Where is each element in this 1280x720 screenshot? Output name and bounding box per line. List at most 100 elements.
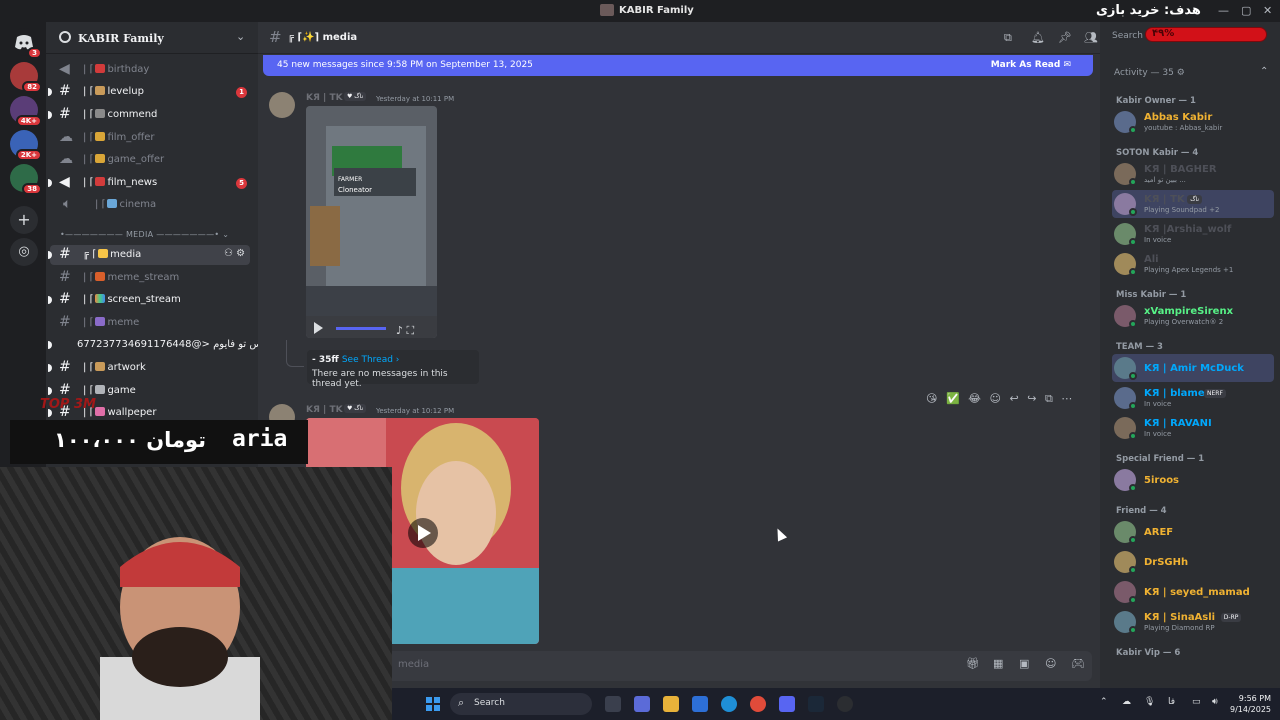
channel-label: artwork — [107, 362, 146, 373]
steam-icon[interactable] — [808, 696, 824, 712]
store-icon[interactable] — [692, 696, 708, 712]
more-icon[interactable]: ⋯ — [1061, 392, 1072, 405]
emoji-icon[interactable]: ☺ — [1045, 657, 1056, 670]
video-attachment[interactable]: FARMER Cloneator ♪ ⛶ — [306, 106, 437, 338]
member-group-header[interactable]: Special Friend — 1 — [1116, 454, 1204, 464]
member-group-header[interactable]: Friend — 4 — [1116, 506, 1167, 516]
reply-icon[interactable]: ↩ — [1010, 392, 1019, 405]
category-media[interactable]: •——————— MEDIA ———————• ⌄ — [60, 230, 229, 239]
windows-start-icon[interactable] — [426, 697, 440, 711]
minimize-icon[interactable]: — — [1218, 4, 1229, 17]
file-explorer-icon[interactable] — [663, 696, 679, 712]
monitor-tray-icon[interactable]: ▭ — [1192, 697, 1201, 707]
new-messages-bar[interactable]: 45 new messages since 9:58 PM on Septemb… — [263, 55, 1093, 76]
channel-item[interactable]: # | ⌈ screen_stream — [48, 290, 250, 310]
member-group-header[interactable]: SOTON Kabir — 4 — [1116, 148, 1198, 158]
channel-item[interactable]: ◀ | ⌈ birthday — [50, 60, 250, 80]
channel-item[interactable]: # | ⌈ meme — [50, 313, 250, 333]
server-icon[interactable]: 82 — [10, 62, 42, 93]
taskbar-search[interactable]: ⌕ Search — [450, 693, 592, 715]
network-tray-icon[interactable]: ☁ — [1122, 697, 1131, 707]
member-group-header[interactable]: Miss Kabir — 1 — [1116, 290, 1186, 300]
bell-icon[interactable]: 🔔︎ — [1031, 31, 1045, 44]
thread-icon[interactable]: ⧉ — [1045, 392, 1053, 406]
add-reaction-icon[interactable]: ☺ — [990, 392, 1001, 405]
member-item[interactable]: Ali Playing Apex Legends +1 — [1112, 250, 1274, 278]
member-item[interactable]: KЯ | Amir McDuck — [1112, 354, 1274, 382]
laugh-emoji-button[interactable]: 😂 — [968, 392, 981, 405]
channel-item[interactable]: ◀ | ⌈ film_news 5 — [48, 173, 250, 193]
task-view-icon[interactable] — [605, 696, 621, 712]
server-badge: 4K+ — [15, 115, 42, 127]
gif-icon[interactable]: ▦ — [993, 657, 1003, 670]
channel-item[interactable]: # | ⌈ artwork — [48, 358, 250, 378]
member-item[interactable]: KЯ | BAGHER ببین تو امید ... — [1112, 160, 1274, 188]
sticker-icon[interactable]: ▣ — [1019, 657, 1029, 670]
thread-preview[interactable]: - 35ff See Thread › There are no message… — [307, 350, 479, 389]
message-composer[interactable]: media 🎁︎ ▦ ▣ ☺ 🎮︎ — [386, 651, 1092, 681]
chrome-icon[interactable] — [750, 696, 766, 712]
guild-header[interactable]: KABIR Family ⌄ — [46, 22, 258, 54]
gear-icon[interactable]: ⚙ — [1177, 68, 1185, 78]
mark-as-read-button[interactable]: Mark As Read — [991, 60, 1061, 70]
volume-tray-icon[interactable]: 🔊︎ — [1212, 697, 1218, 707]
kiss-emoji-button[interactable]: 😘 — [926, 392, 937, 405]
member-item[interactable]: 5iroos — [1112, 466, 1274, 494]
message-author[interactable]: KЯ | TK — [306, 405, 343, 415]
member-item[interactable]: KЯ |Arshia_wolf In voice — [1112, 220, 1274, 248]
message-author[interactable]: KЯ | TK — [306, 93, 343, 103]
channel-item[interactable]: # | ⌈ levelup 1 — [48, 82, 250, 102]
see-thread-link[interactable]: See Thread › — [342, 355, 400, 365]
member-item[interactable]: KЯ | blame NERF In voice — [1112, 384, 1274, 412]
member-item[interactable]: Abbas Kabir youtube : Abbas_kabir — [1112, 108, 1274, 136]
chevron-up-icon[interactable]: ⌃ — [1260, 66, 1268, 77]
member-group-header[interactable]: Kabir Owner — 1 — [1116, 96, 1196, 106]
clock-time: 9:56 PM — [1238, 694, 1272, 703]
app-launcher-icon[interactable]: 🎮︎ — [1071, 657, 1085, 670]
clock[interactable]: 9:56 PM 9/14/2025 — [1230, 693, 1271, 715]
channel-item[interactable]: ☁ | ⌈ game_offer — [50, 150, 250, 170]
pin-icon[interactable]: 📌︎ — [1058, 31, 1072, 44]
channel-item-active[interactable]: # ╔ ⌈ media ⚇ ⚙ — [48, 245, 250, 265]
explore-icon[interactable]: ◎ — [10, 238, 38, 266]
app-icon[interactable] — [837, 696, 853, 712]
add-server-icon[interactable]: + — [10, 206, 38, 234]
forum-icon: ☁ — [59, 129, 73, 145]
member-item[interactable]: xVampireSirenx Playing Overwatch® 2 — [1112, 302, 1274, 330]
member-group-header[interactable]: TEAM — 3 — [1116, 342, 1163, 352]
mic-tray-icon[interactable]: 🎙︎ — [1144, 697, 1155, 707]
gear-icon[interactable]: ⚙ — [236, 248, 245, 259]
tray-chevron-icon[interactable]: ⌃ — [1100, 697, 1108, 707]
check-emoji-button[interactable]: ✅ — [946, 392, 960, 405]
member-item[interactable]: KЯ | seyed_mamad — [1112, 578, 1274, 606]
channel-item[interactable]: # | ⌈ meme_stream — [50, 268, 250, 288]
channel-item[interactable]: ☁ | ⌈ film_offer — [50, 128, 250, 148]
member-item[interactable]: KЯ | TK ناگ Playing Soundpad +2 — [1112, 190, 1274, 218]
server-icon[interactable]: 38 — [10, 164, 42, 195]
copilot-icon[interactable] — [634, 696, 650, 712]
avatar[interactable] — [269, 92, 295, 118]
channel-item[interactable]: 🔈︎ | ⌈ cinema — [50, 195, 250, 215]
server-icon[interactable]: 2K+ — [10, 130, 42, 161]
thread-item[interactable]: 677237734691176448@> عباس تو فایوم — [48, 335, 274, 355]
discord-home-icon[interactable]: 3 — [10, 28, 42, 59]
member-item[interactable]: DrSGHh — [1112, 548, 1274, 576]
language-indicator[interactable]: فا — [1168, 697, 1175, 707]
threads-icon[interactable]: ⧉ — [1004, 31, 1012, 45]
search-input[interactable]: Search — [1112, 31, 1143, 41]
maximize-icon[interactable]: ▢ — [1241, 4, 1251, 17]
gift-icon[interactable]: 🎁︎ — [966, 657, 980, 670]
discord-taskbar-icon[interactable] — [779, 696, 795, 712]
member-item[interactable]: AREF — [1112, 518, 1274, 546]
member-item[interactable]: KЯ | SinaAsli D-RP Playing Diamond RP — [1112, 608, 1274, 636]
edge-icon[interactable] — [721, 696, 737, 712]
members-icon[interactable]: 👥︎ — [1084, 31, 1098, 44]
chevron-down-icon[interactable]: ⌄ — [236, 30, 245, 43]
close-icon[interactable]: ✕ — [1263, 4, 1272, 17]
invite-icon[interactable]: ⚇ — [224, 248, 233, 259]
channel-item[interactable]: # | ⌈ commend — [48, 105, 250, 125]
server-icon[interactable]: 4K+ — [10, 96, 42, 127]
member-group-header[interactable]: Kabir Vip — 6 — [1116, 648, 1180, 658]
member-item[interactable]: KЯ | RAVANI In voice — [1112, 414, 1274, 442]
forward-icon[interactable]: ↪ — [1027, 392, 1036, 405]
